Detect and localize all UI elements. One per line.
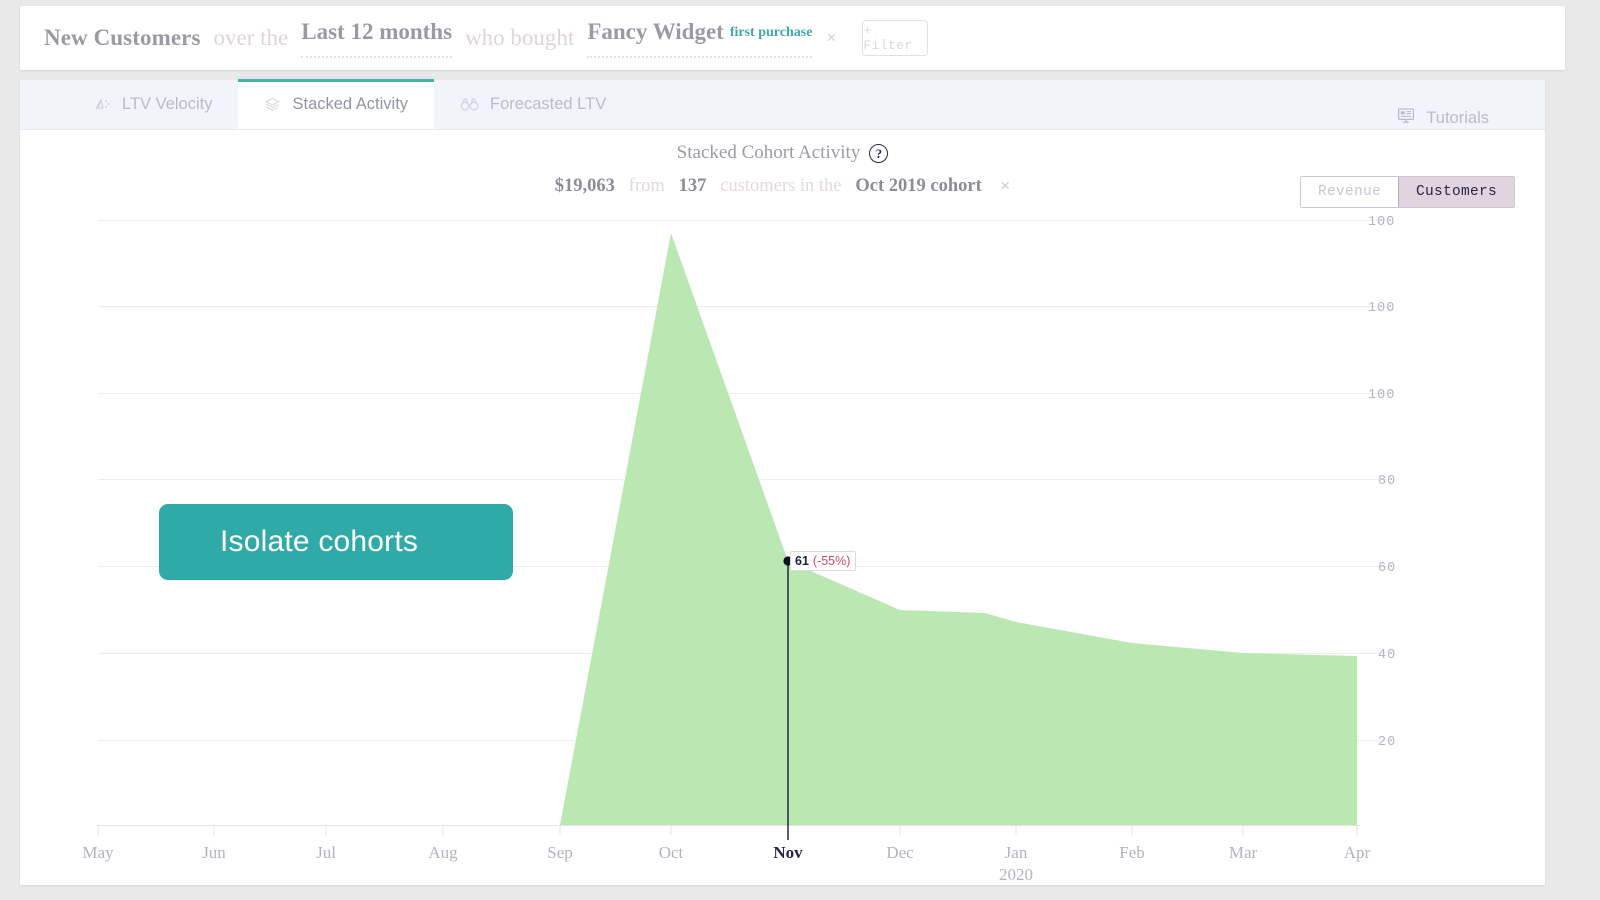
subtitle-amount: $19,063 xyxy=(554,176,615,196)
tab-strip: LTV Velocity Stacked Activity Forecasted… xyxy=(20,79,1545,130)
tab-ltv-velocity-label: LTV Velocity xyxy=(122,94,213,113)
subtitle-cohort[interactable]: Oct 2019 cohort xyxy=(855,176,981,196)
tooltip-change: (-55%) xyxy=(812,554,851,568)
y-tick-label: 100 xyxy=(1368,301,1395,316)
subtitle-remove-icon[interactable]: × xyxy=(1000,176,1010,195)
toggle-option-revenue[interactable]: Revenue xyxy=(1300,177,1398,207)
subtitle-middle: customers in the xyxy=(720,176,842,196)
y-tick-label: 60 xyxy=(1378,561,1396,576)
y-tick-label: 20 xyxy=(1378,735,1396,750)
query-product-sub: first purchase xyxy=(729,24,813,40)
query-product[interactable]: Fancy Widget first purchase xyxy=(587,18,813,58)
x-tick-label: Jan xyxy=(1005,843,1028,862)
main-panel: LTV Velocity Stacked Activity Forecasted… xyxy=(20,79,1545,885)
query-bar: New Customers over the Last 12 months wh… xyxy=(20,6,1565,70)
query-period[interactable]: Last 12 months xyxy=(301,19,453,58)
chart-title-text: Stacked Cohort Activity xyxy=(676,142,861,163)
query-metric[interactable]: New Customers xyxy=(44,25,201,51)
x-tick-label-active: Nov xyxy=(773,843,803,862)
query-product-label: Fancy Widget xyxy=(587,18,724,44)
chart-title: Stacked Cohort Activity ? xyxy=(20,142,1545,164)
subtitle-from: from xyxy=(628,176,665,196)
tab-tutorials[interactable]: Tutorials xyxy=(1397,107,1489,129)
tab-forecasted-ltv-label: Forecasted LTV xyxy=(490,94,607,113)
ltv-velocity-icon xyxy=(94,96,111,113)
x-tick-label: Dec xyxy=(886,843,914,862)
monitor-icon xyxy=(1397,107,1415,129)
y-tick-label: 80 xyxy=(1378,474,1396,489)
x-axis xyxy=(97,825,1360,835)
x-tick-label: Sep xyxy=(547,843,573,862)
query-conn-1: over the xyxy=(213,25,289,50)
toggle-option-customers[interactable]: Customers xyxy=(1397,177,1514,207)
area-series-oct-2019 xyxy=(560,233,1357,825)
question-mark-icon[interactable]: ? xyxy=(869,143,889,163)
y-tick-label: 100 xyxy=(1368,215,1395,230)
query-product-remove-icon[interactable]: × xyxy=(826,28,836,48)
x-axis-year-label: 2020 xyxy=(999,865,1033,884)
y-axis-ticks xyxy=(1360,220,1390,741)
x-tick-label: Oct xyxy=(659,843,684,862)
x-tick-label: Jun xyxy=(202,843,226,862)
isolate-cohorts-button[interactable]: Isolate cohorts xyxy=(159,504,513,580)
tab-stacked-activity[interactable]: Stacked Activity xyxy=(238,79,435,129)
x-tick-label: May xyxy=(82,843,114,862)
subtitle-count: 137 xyxy=(678,176,707,196)
gridlines xyxy=(98,220,1360,741)
query-conn-2: who bought xyxy=(465,25,575,50)
y-tick-label: 40 xyxy=(1378,648,1396,663)
x-tick-label: Jul xyxy=(316,843,336,862)
binoculars-icon xyxy=(460,96,479,113)
tab-tutorials-label: Tutorials xyxy=(1426,108,1489,127)
app-root: New Customers over the Last 12 months wh… xyxy=(0,0,1600,900)
x-tick-label: Apr xyxy=(1344,843,1371,862)
tab-ltv-velocity[interactable]: LTV Velocity xyxy=(68,79,238,129)
tooltip-value: 61 xyxy=(795,554,809,568)
tab-forecasted-ltv[interactable]: Forecasted LTV xyxy=(434,79,632,129)
y-tick-labels: 100 100 100 80 60 40 20 xyxy=(1368,215,1396,750)
hover-tooltip: 61 (-55%) xyxy=(790,551,857,571)
x-tick-label: Aug xyxy=(428,843,458,862)
layers-icon xyxy=(264,96,281,113)
metric-toggle: Revenue Customers xyxy=(1299,176,1515,208)
add-filter-button[interactable]: + Filter xyxy=(862,20,929,56)
x-tick-label: Mar xyxy=(1229,843,1258,862)
tab-stacked-activity-label: Stacked Activity xyxy=(292,94,409,113)
y-tick-label: 100 xyxy=(1368,388,1395,403)
x-tick-label: Feb xyxy=(1119,843,1145,862)
x-tick-labels: May Jun Jul Aug Sep Oct Nov Dec Jan Feb … xyxy=(82,843,1370,884)
